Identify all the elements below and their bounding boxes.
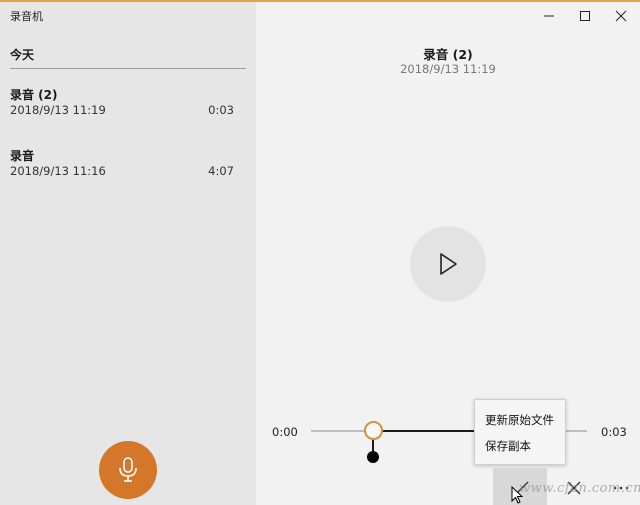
recording-timestamp: 2018/9/13 11:19 [400, 62, 496, 76]
recording-date: 2018/9/13 11:16 [10, 164, 106, 178]
recording-title: 录音 (2) [423, 47, 473, 62]
recording-item-1[interactable]: 录音 (2) 2018/9/13 11:19 0:03 [0, 86, 256, 136]
timeline-trimmed-range[interactable] [382, 430, 475, 432]
close-window-button[interactable] [603, 4, 639, 28]
main-panel: 录音 (2) 2018/9/13 11:19 0:00 0:03 更新原始文件 … [256, 2, 640, 505]
time-end: 0:03 [601, 425, 627, 439]
sidebar: 录音机 今天 录音 (2) 2018/9/13 11:19 0:03 录音 20… [0, 2, 256, 505]
record-button[interactable] [99, 441, 157, 499]
group-header-today: 今天 [10, 48, 35, 62]
recording-duration: 0:03 [208, 103, 234, 117]
maximize-button[interactable] [567, 4, 603, 28]
mouse-cursor-icon [511, 486, 523, 504]
minimize-button[interactable] [531, 4, 567, 28]
timeline-track-right[interactable] [565, 430, 587, 432]
play-icon [440, 253, 457, 275]
save-options-menu: 更新原始文件 保存副本 [474, 399, 566, 465]
menu-item-update-original[interactable]: 更新原始文件 [485, 412, 554, 428]
minimize-icon [544, 15, 554, 17]
recording-date: 2018/9/13 11:19 [10, 103, 106, 117]
menu-item-save-copy[interactable]: 保存副本 [485, 438, 531, 454]
watermark: www.cfan.com.cn [519, 481, 640, 496]
recording-item-2[interactable]: 录音 2018/9/13 11:16 4:07 [0, 147, 256, 197]
timeline-track-left[interactable] [311, 430, 366, 432]
recording-name: 录音 [10, 149, 35, 163]
recording-name: 录音 (2) [10, 88, 58, 102]
maximize-icon [580, 11, 590, 21]
playhead-marker[interactable] [367, 451, 379, 463]
recording-duration: 4:07 [208, 164, 234, 178]
close-icon [615, 10, 627, 22]
app-title: 录音机 [10, 10, 43, 23]
group-divider [10, 68, 246, 69]
microphone-icon [119, 457, 137, 482]
play-button[interactable] [410, 226, 486, 302]
trim-start-handle[interactable] [364, 421, 383, 440]
time-start: 0:00 [272, 425, 298, 439]
